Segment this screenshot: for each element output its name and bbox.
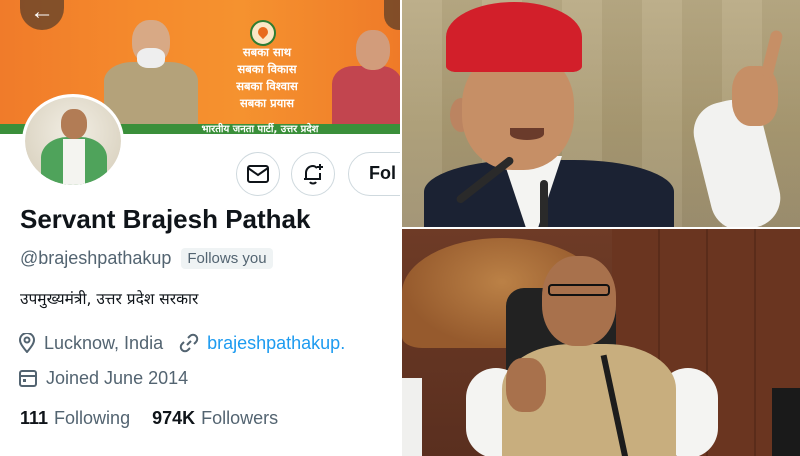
photo-face bbox=[542, 256, 616, 346]
profile-meta-row: Lucknow, India brajeshpathakup. bbox=[18, 331, 345, 355]
website-item[interactable]: brajeshpathakup. bbox=[179, 333, 345, 354]
follow-counts-row: 111 Following 974K Followers bbox=[20, 406, 278, 430]
banner-person-left-beard bbox=[137, 48, 165, 68]
location-item: Lucknow, India bbox=[18, 333, 163, 354]
following-count: 111 bbox=[20, 407, 49, 428]
speaker-photo-top bbox=[402, 0, 800, 228]
joined-item: Joined June 2014 bbox=[18, 368, 188, 389]
slogan-line: सबका विकास bbox=[237, 62, 297, 76]
speaker-photo-bottom bbox=[402, 228, 800, 456]
banner-person-right-body bbox=[332, 66, 402, 126]
avatar[interactable] bbox=[22, 94, 124, 188]
photo-edge-left bbox=[402, 378, 422, 456]
profile-bio: उपमुख्यमंत्री, उत्तर प्रदेश सरकार bbox=[20, 290, 199, 308]
profile-handle: @brajeshpathakup bbox=[20, 247, 172, 268]
followers-count: 974K bbox=[152, 407, 196, 428]
avatar-photo bbox=[25, 97, 121, 185]
photo-edge-right bbox=[772, 388, 800, 456]
lotus-logo-icon bbox=[250, 20, 276, 46]
location-text: Lucknow, India bbox=[44, 332, 164, 353]
joined-row: Joined June 2014 bbox=[18, 366, 188, 390]
avatar-head bbox=[61, 109, 87, 139]
joined-text: Joined June 2014 bbox=[46, 367, 189, 388]
glasses-icon bbox=[548, 284, 610, 296]
followers-link[interactable]: 974K Followers bbox=[152, 408, 278, 429]
avatar-shirt bbox=[63, 139, 85, 185]
bell-plus-icon bbox=[304, 164, 323, 185]
photo-mouth bbox=[510, 128, 544, 140]
notifications-button[interactable] bbox=[291, 152, 335, 196]
follow-button[interactable]: Fol bbox=[348, 152, 402, 196]
photo-hand bbox=[506, 358, 546, 412]
envelope-icon bbox=[247, 165, 269, 183]
following-label: Following bbox=[54, 407, 131, 428]
red-cap bbox=[446, 2, 582, 72]
banner-slogan: सबका साथ सबका विकास सबका विश्वास सबका प्… bbox=[212, 44, 322, 112]
back-button[interactable]: ← bbox=[20, 0, 64, 30]
microphone-stand bbox=[540, 180, 548, 228]
follows-you-badge: Follows you bbox=[181, 247, 273, 269]
following-link[interactable]: 111 Following bbox=[20, 408, 130, 429]
banner-party-name: भारतीय जनता पार्टी, उत्तर प्रदेश bbox=[201, 124, 319, 134]
website-link[interactable]: brajeshpathakup. bbox=[207, 333, 345, 354]
collage-divider-horizontal bbox=[402, 227, 800, 229]
handle-row: @brajeshpathakup Follows you bbox=[20, 247, 273, 269]
slogan-line: सबका विश्वास bbox=[236, 79, 298, 93]
calendar-icon bbox=[19, 370, 37, 387]
message-button[interactable] bbox=[236, 152, 280, 196]
followers-label: Followers bbox=[201, 407, 279, 428]
slogan-line: सबका साथ bbox=[242, 45, 292, 59]
map-pin-icon bbox=[18, 333, 36, 353]
banner-person-right-head bbox=[356, 30, 390, 70]
banner-person-left-body bbox=[104, 62, 198, 126]
profile-screenshot: सबका साथ सबका विकास सबका विश्वास सबका प्… bbox=[0, 0, 402, 456]
arrow-left-icon: ← bbox=[30, 0, 54, 25]
slogan-line: सबका प्रयास bbox=[239, 96, 295, 110]
link-icon bbox=[179, 333, 199, 353]
profile-display-name: Servant Brajesh Pathak bbox=[20, 204, 311, 234]
